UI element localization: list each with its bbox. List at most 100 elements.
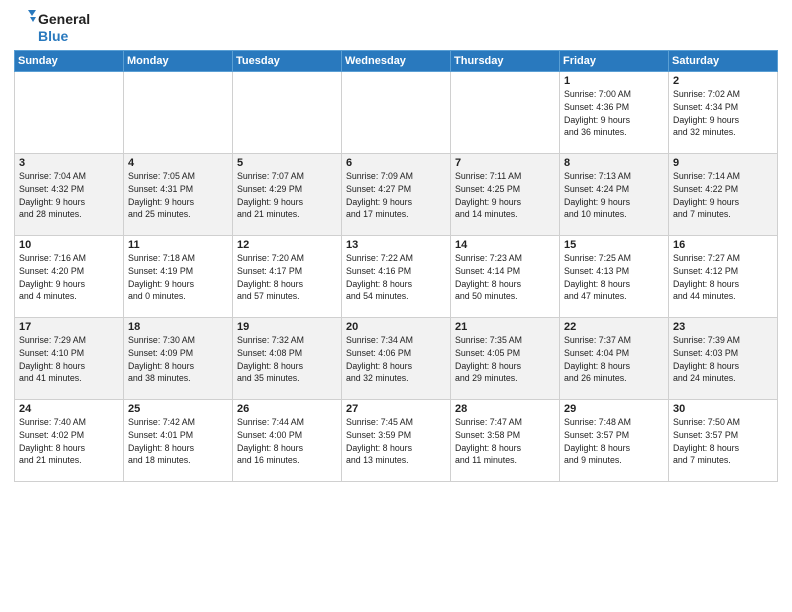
- day-info: Sunrise: 7:11 AM Sunset: 4:25 PM Dayligh…: [455, 170, 555, 221]
- calendar-week-3: 10Sunrise: 7:16 AM Sunset: 4:20 PM Dayli…: [15, 236, 778, 318]
- day-info: Sunrise: 7:29 AM Sunset: 4:10 PM Dayligh…: [19, 334, 119, 385]
- day-info: Sunrise: 7:34 AM Sunset: 4:06 PM Dayligh…: [346, 334, 446, 385]
- calendar-cell: 21Sunrise: 7:35 AM Sunset: 4:05 PM Dayli…: [451, 318, 560, 400]
- calendar-cell: 30Sunrise: 7:50 AM Sunset: 3:57 PM Dayli…: [669, 400, 778, 482]
- day-info: Sunrise: 7:16 AM Sunset: 4:20 PM Dayligh…: [19, 252, 119, 303]
- header: General Blue: [14, 10, 778, 44]
- calendar-cell: 9Sunrise: 7:14 AM Sunset: 4:22 PM Daylig…: [669, 154, 778, 236]
- logo: General Blue: [14, 10, 90, 44]
- day-number: 26: [237, 403, 337, 415]
- day-info: Sunrise: 7:39 AM Sunset: 4:03 PM Dayligh…: [673, 334, 773, 385]
- col-header-monday: Monday: [124, 51, 233, 72]
- calendar-table: SundayMondayTuesdayWednesdayThursdayFrid…: [14, 50, 778, 482]
- day-number: 14: [455, 239, 555, 251]
- calendar-cell: 8Sunrise: 7:13 AM Sunset: 4:24 PM Daylig…: [560, 154, 669, 236]
- calendar-cell: 23Sunrise: 7:39 AM Sunset: 4:03 PM Dayli…: [669, 318, 778, 400]
- calendar-cell: 5Sunrise: 7:07 AM Sunset: 4:29 PM Daylig…: [233, 154, 342, 236]
- logo-blue-text: Blue: [38, 28, 68, 44]
- day-number: 10: [19, 239, 119, 251]
- day-number: 25: [128, 403, 228, 415]
- day-info: Sunrise: 7:05 AM Sunset: 4:31 PM Dayligh…: [128, 170, 228, 221]
- day-number: 21: [455, 321, 555, 333]
- col-header-tuesday: Tuesday: [233, 51, 342, 72]
- calendar-cell: 10Sunrise: 7:16 AM Sunset: 4:20 PM Dayli…: [15, 236, 124, 318]
- day-number: 19: [237, 321, 337, 333]
- day-info: Sunrise: 7:40 AM Sunset: 4:02 PM Dayligh…: [19, 416, 119, 467]
- day-info: Sunrise: 7:32 AM Sunset: 4:08 PM Dayligh…: [237, 334, 337, 385]
- day-info: Sunrise: 7:45 AM Sunset: 3:59 PM Dayligh…: [346, 416, 446, 467]
- day-info: Sunrise: 7:35 AM Sunset: 4:05 PM Dayligh…: [455, 334, 555, 385]
- day-number: 2: [673, 75, 773, 87]
- calendar-week-2: 3Sunrise: 7:04 AM Sunset: 4:32 PM Daylig…: [15, 154, 778, 236]
- day-number: 13: [346, 239, 446, 251]
- logo-general-text: General: [38, 11, 90, 27]
- day-number: 15: [564, 239, 664, 251]
- calendar-cell: 2Sunrise: 7:02 AM Sunset: 4:34 PM Daylig…: [669, 72, 778, 154]
- calendar-cell: [451, 72, 560, 154]
- col-header-thursday: Thursday: [451, 51, 560, 72]
- day-number: 20: [346, 321, 446, 333]
- day-info: Sunrise: 7:00 AM Sunset: 4:36 PM Dayligh…: [564, 88, 664, 139]
- day-number: 11: [128, 239, 228, 251]
- day-info: Sunrise: 7:02 AM Sunset: 4:34 PM Dayligh…: [673, 88, 773, 139]
- day-number: 12: [237, 239, 337, 251]
- calendar-cell: 7Sunrise: 7:11 AM Sunset: 4:25 PM Daylig…: [451, 154, 560, 236]
- calendar-cell: 29Sunrise: 7:48 AM Sunset: 3:57 PM Dayli…: [560, 400, 669, 482]
- day-info: Sunrise: 7:04 AM Sunset: 4:32 PM Dayligh…: [19, 170, 119, 221]
- calendar-week-5: 24Sunrise: 7:40 AM Sunset: 4:02 PM Dayli…: [15, 400, 778, 482]
- day-info: Sunrise: 7:27 AM Sunset: 4:12 PM Dayligh…: [673, 252, 773, 303]
- calendar-cell: [124, 72, 233, 154]
- calendar-cell: 20Sunrise: 7:34 AM Sunset: 4:06 PM Dayli…: [342, 318, 451, 400]
- day-info: Sunrise: 7:09 AM Sunset: 4:27 PM Dayligh…: [346, 170, 446, 221]
- day-number: 5: [237, 157, 337, 169]
- col-header-wednesday: Wednesday: [342, 51, 451, 72]
- day-info: Sunrise: 7:23 AM Sunset: 4:14 PM Dayligh…: [455, 252, 555, 303]
- calendar-cell: 6Sunrise: 7:09 AM Sunset: 4:27 PM Daylig…: [342, 154, 451, 236]
- calendar-cell: 4Sunrise: 7:05 AM Sunset: 4:31 PM Daylig…: [124, 154, 233, 236]
- day-number: 29: [564, 403, 664, 415]
- day-number: 18: [128, 321, 228, 333]
- calendar-cell: 1Sunrise: 7:00 AM Sunset: 4:36 PM Daylig…: [560, 72, 669, 154]
- calendar-cell: 16Sunrise: 7:27 AM Sunset: 4:12 PM Dayli…: [669, 236, 778, 318]
- day-number: 27: [346, 403, 446, 415]
- day-info: Sunrise: 7:18 AM Sunset: 4:19 PM Dayligh…: [128, 252, 228, 303]
- day-info: Sunrise: 7:42 AM Sunset: 4:01 PM Dayligh…: [128, 416, 228, 467]
- calendar-cell: 19Sunrise: 7:32 AM Sunset: 4:08 PM Dayli…: [233, 318, 342, 400]
- col-header-sunday: Sunday: [15, 51, 124, 72]
- day-number: 17: [19, 321, 119, 333]
- day-info: Sunrise: 7:50 AM Sunset: 3:57 PM Dayligh…: [673, 416, 773, 467]
- day-number: 24: [19, 403, 119, 415]
- calendar-cell: 26Sunrise: 7:44 AM Sunset: 4:00 PM Dayli…: [233, 400, 342, 482]
- day-info: Sunrise: 7:47 AM Sunset: 3:58 PM Dayligh…: [455, 416, 555, 467]
- day-number: 4: [128, 157, 228, 169]
- day-number: 23: [673, 321, 773, 333]
- day-number: 9: [673, 157, 773, 169]
- calendar-cell: 12Sunrise: 7:20 AM Sunset: 4:17 PM Dayli…: [233, 236, 342, 318]
- day-info: Sunrise: 7:37 AM Sunset: 4:04 PM Dayligh…: [564, 334, 664, 385]
- calendar-cell: 24Sunrise: 7:40 AM Sunset: 4:02 PM Dayli…: [15, 400, 124, 482]
- calendar-cell: 13Sunrise: 7:22 AM Sunset: 4:16 PM Dayli…: [342, 236, 451, 318]
- day-info: Sunrise: 7:48 AM Sunset: 3:57 PM Dayligh…: [564, 416, 664, 467]
- day-info: Sunrise: 7:07 AM Sunset: 4:29 PM Dayligh…: [237, 170, 337, 221]
- day-number: 3: [19, 157, 119, 169]
- calendar-cell: [233, 72, 342, 154]
- day-info: Sunrise: 7:14 AM Sunset: 4:22 PM Dayligh…: [673, 170, 773, 221]
- day-number: 7: [455, 157, 555, 169]
- page: General Blue SundayMondayTuesdayWednesda…: [0, 0, 792, 612]
- day-number: 1: [564, 75, 664, 87]
- day-number: 6: [346, 157, 446, 169]
- day-info: Sunrise: 7:22 AM Sunset: 4:16 PM Dayligh…: [346, 252, 446, 303]
- day-number: 30: [673, 403, 773, 415]
- calendar-header-row: SundayMondayTuesdayWednesdayThursdayFrid…: [15, 51, 778, 72]
- calendar-week-1: 1Sunrise: 7:00 AM Sunset: 4:36 PM Daylig…: [15, 72, 778, 154]
- calendar-cell: 17Sunrise: 7:29 AM Sunset: 4:10 PM Dayli…: [15, 318, 124, 400]
- day-info: Sunrise: 7:20 AM Sunset: 4:17 PM Dayligh…: [237, 252, 337, 303]
- day-number: 28: [455, 403, 555, 415]
- day-info: Sunrise: 7:30 AM Sunset: 4:09 PM Dayligh…: [128, 334, 228, 385]
- day-number: 22: [564, 321, 664, 333]
- calendar-cell: [342, 72, 451, 154]
- calendar-cell: 28Sunrise: 7:47 AM Sunset: 3:58 PM Dayli…: [451, 400, 560, 482]
- col-header-friday: Friday: [560, 51, 669, 72]
- calendar-cell: 14Sunrise: 7:23 AM Sunset: 4:14 PM Dayli…: [451, 236, 560, 318]
- calendar-cell: 25Sunrise: 7:42 AM Sunset: 4:01 PM Dayli…: [124, 400, 233, 482]
